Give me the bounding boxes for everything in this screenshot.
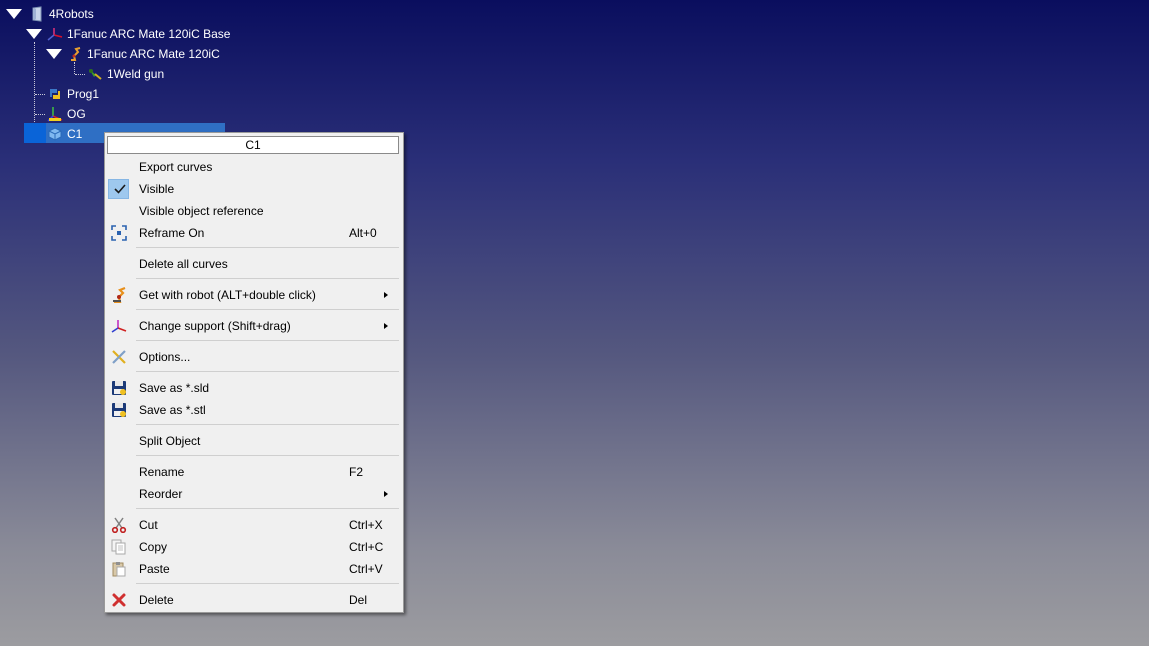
tree-item-tool[interactable]: 1Weld gun bbox=[87, 64, 164, 84]
tools-icon bbox=[111, 349, 127, 365]
menu-item-save-stl[interactable]: Save as *.stl bbox=[105, 399, 403, 421]
menu-separator bbox=[136, 583, 399, 584]
menu-item-copy[interactable]: Copy Ctrl+C bbox=[105, 536, 403, 558]
tree-connector bbox=[35, 94, 45, 95]
menu-separator bbox=[136, 508, 399, 509]
reframe-icon bbox=[111, 225, 127, 241]
reference-frame-icon bbox=[47, 106, 63, 122]
menu-item-delete[interactable]: Delete Del bbox=[105, 589, 403, 611]
tree-item-label: Prog1 bbox=[67, 87, 100, 101]
robot-arm-icon bbox=[111, 286, 127, 304]
tree-item-station[interactable]: 4Robots bbox=[29, 4, 94, 24]
tree-item-label: 1Weld gun bbox=[107, 67, 165, 81]
menu-item-delete-all-curves[interactable]: Delete all curves bbox=[105, 253, 403, 275]
menu-item-export-curves[interactable]: Export curves bbox=[105, 156, 403, 178]
tree-item-label: C1 bbox=[67, 127, 83, 141]
submenu-arrow-icon bbox=[384, 292, 388, 298]
copy-icon bbox=[111, 539, 127, 555]
expand-triangle-icon[interactable] bbox=[6, 9, 22, 19]
menu-separator bbox=[136, 371, 399, 372]
station-icon bbox=[29, 6, 45, 22]
menu-item-save-sld[interactable]: Save as *.sld bbox=[105, 377, 403, 399]
submenu-arrow-icon bbox=[384, 323, 388, 329]
tree-connector bbox=[75, 74, 85, 75]
menu-item-reframe[interactable]: Reframe On Alt+0 bbox=[105, 222, 403, 244]
menu-separator bbox=[136, 309, 399, 310]
submenu-arrow-icon bbox=[384, 491, 388, 497]
tree-item-object-selected[interactable]: C1 bbox=[47, 124, 82, 144]
menu-item-paste[interactable]: Paste Ctrl+V bbox=[105, 558, 403, 580]
menu-separator bbox=[136, 340, 399, 341]
expand-triangle-icon[interactable] bbox=[26, 29, 42, 39]
expand-triangle-icon[interactable] bbox=[46, 49, 62, 59]
menu-separator bbox=[136, 247, 399, 248]
context-menu: C1 Export curves Visible Visible object … bbox=[104, 132, 404, 613]
tree-item-reference[interactable]: OG bbox=[47, 104, 86, 124]
tree-connector bbox=[34, 42, 35, 134]
save-disk-icon bbox=[111, 380, 127, 396]
checkmark-icon bbox=[112, 181, 128, 197]
menu-separator bbox=[136, 455, 399, 456]
menu-item-get-with-robot[interactable]: Get with robot (ALT+double click) bbox=[105, 284, 403, 306]
delete-x-icon bbox=[111, 592, 127, 608]
menu-item-visible-object-reference[interactable]: Visible object reference bbox=[105, 200, 403, 222]
menu-item-reorder[interactable]: Reorder bbox=[105, 483, 403, 505]
tree-item-program[interactable]: Prog1 bbox=[47, 84, 99, 104]
menu-item-cut[interactable]: Cut Ctrl+X bbox=[105, 514, 403, 536]
menu-title: C1 bbox=[107, 136, 399, 154]
paste-icon bbox=[111, 561, 127, 577]
menu-item-visible[interactable]: Visible bbox=[105, 178, 403, 200]
robot-arm-icon bbox=[67, 46, 83, 62]
tree-item-label: 1Fanuc ARC Mate 120iC bbox=[87, 47, 220, 61]
menu-separator bbox=[136, 278, 399, 279]
tree-item-label: 1Fanuc ARC Mate 120iC Base bbox=[67, 27, 231, 41]
object-cube-icon bbox=[47, 126, 63, 142]
tree-item-robot[interactable]: 1Fanuc ARC Mate 120iC bbox=[67, 44, 220, 64]
tree-selection-highlight-left bbox=[24, 123, 46, 143]
menu-item-options[interactable]: Options... bbox=[105, 346, 403, 368]
tree-item-label: 4Robots bbox=[49, 7, 94, 21]
scissors-icon bbox=[111, 517, 127, 534]
tree-item-label: OG bbox=[67, 107, 86, 121]
save-disk-icon bbox=[111, 402, 127, 418]
menu-item-change-support[interactable]: Change support (Shift+drag) bbox=[105, 315, 403, 337]
menu-separator bbox=[136, 424, 399, 425]
weld-gun-icon bbox=[87, 66, 103, 82]
frame-axes-icon bbox=[47, 26, 63, 42]
menu-item-split-object[interactable]: Split Object bbox=[105, 430, 403, 452]
tree-item-robot-base[interactable]: 1Fanuc ARC Mate 120iC Base bbox=[47, 24, 230, 44]
python-program-icon bbox=[47, 86, 63, 102]
frame-axes-icon bbox=[111, 318, 127, 334]
tree-connector bbox=[35, 114, 45, 115]
menu-item-rename[interactable]: Rename F2 bbox=[105, 461, 403, 483]
